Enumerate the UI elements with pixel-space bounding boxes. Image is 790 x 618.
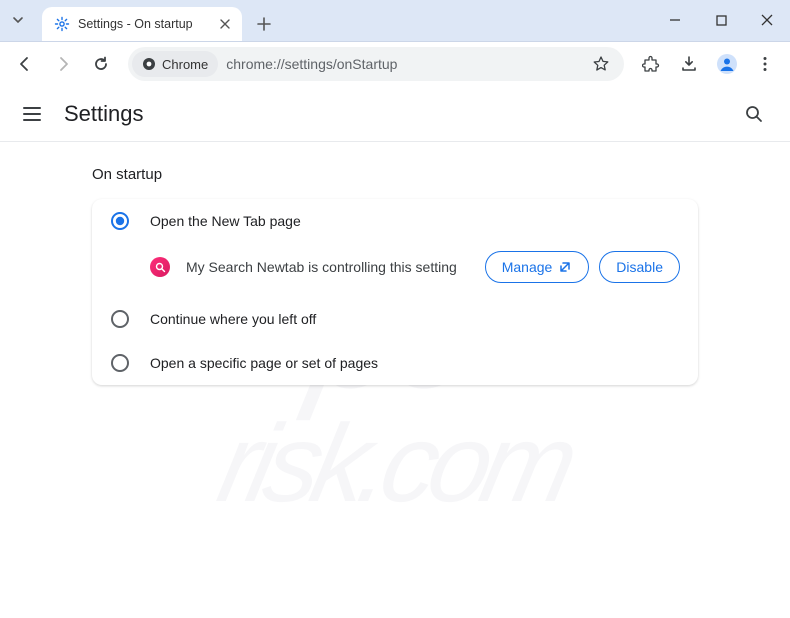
search-icon xyxy=(744,104,764,124)
address-bar[interactable]: Chrome chrome://settings/onStartup xyxy=(128,47,624,81)
extension-notice: My Search Newtab is controlling this set… xyxy=(92,243,698,297)
forward-button[interactable] xyxy=(46,47,80,81)
disable-button-label: Disable xyxy=(616,259,663,275)
option-new-tab[interactable]: Open the New Tab page xyxy=(92,199,698,243)
new-tab-button[interactable] xyxy=(250,10,278,38)
tab-search-dropdown[interactable] xyxy=(0,0,36,41)
window-minimize-button[interactable] xyxy=(652,0,698,41)
back-button[interactable] xyxy=(8,47,42,81)
downloads-button[interactable] xyxy=(672,47,706,81)
option-specific-pages[interactable]: Open a specific page or set of pages xyxy=(92,341,698,385)
site-chip-label: Chrome xyxy=(162,57,208,72)
extension-notice-text: My Search Newtab is controlling this set… xyxy=(186,259,475,275)
window-maximize-button[interactable] xyxy=(698,0,744,41)
option-label: Open a specific page or set of pages xyxy=(150,355,378,371)
chrome-logo-icon xyxy=(142,57,156,71)
option-label: Open the New Tab page xyxy=(150,213,301,229)
reload-button[interactable] xyxy=(84,47,118,81)
disable-button[interactable]: Disable xyxy=(599,251,680,283)
radio-selected-icon xyxy=(110,211,130,231)
browser-tab[interactable]: Settings - On startup xyxy=(42,7,242,41)
tab-title: Settings - On startup xyxy=(78,17,212,31)
manage-button[interactable]: Manage xyxy=(485,251,590,283)
search-button[interactable] xyxy=(736,96,772,132)
bookmark-star-icon[interactable] xyxy=(592,55,610,73)
extensions-button[interactable] xyxy=(634,47,668,81)
url-text: chrome://settings/onStartup xyxy=(226,56,397,72)
window-close-button[interactable] xyxy=(744,0,790,41)
section-heading: On startup xyxy=(92,166,698,183)
window-titlebar: Settings - On startup xyxy=(0,0,790,42)
radio-unselected-icon xyxy=(110,309,130,329)
browser-toolbar: Chrome chrome://settings/onStartup xyxy=(0,42,790,86)
overflow-menu-button[interactable] xyxy=(748,47,782,81)
gear-icon xyxy=(54,16,70,32)
extension-icon xyxy=(150,257,170,277)
profile-button[interactable] xyxy=(710,47,744,81)
close-tab-icon[interactable] xyxy=(220,19,230,29)
page-title: Settings xyxy=(64,101,144,127)
site-chip[interactable]: Chrome xyxy=(132,51,218,77)
option-label: Continue where you left off xyxy=(150,311,316,327)
external-link-icon xyxy=(558,260,572,274)
watermark-line2: risk.com xyxy=(0,400,790,527)
radio-unselected-icon xyxy=(110,353,130,373)
option-continue[interactable]: Continue where you left off xyxy=(92,297,698,341)
manage-button-label: Manage xyxy=(502,259,553,275)
menu-icon[interactable] xyxy=(18,100,46,128)
settings-header: Settings xyxy=(0,86,790,142)
startup-card: Open the New Tab page My Search Newtab i… xyxy=(92,199,698,385)
